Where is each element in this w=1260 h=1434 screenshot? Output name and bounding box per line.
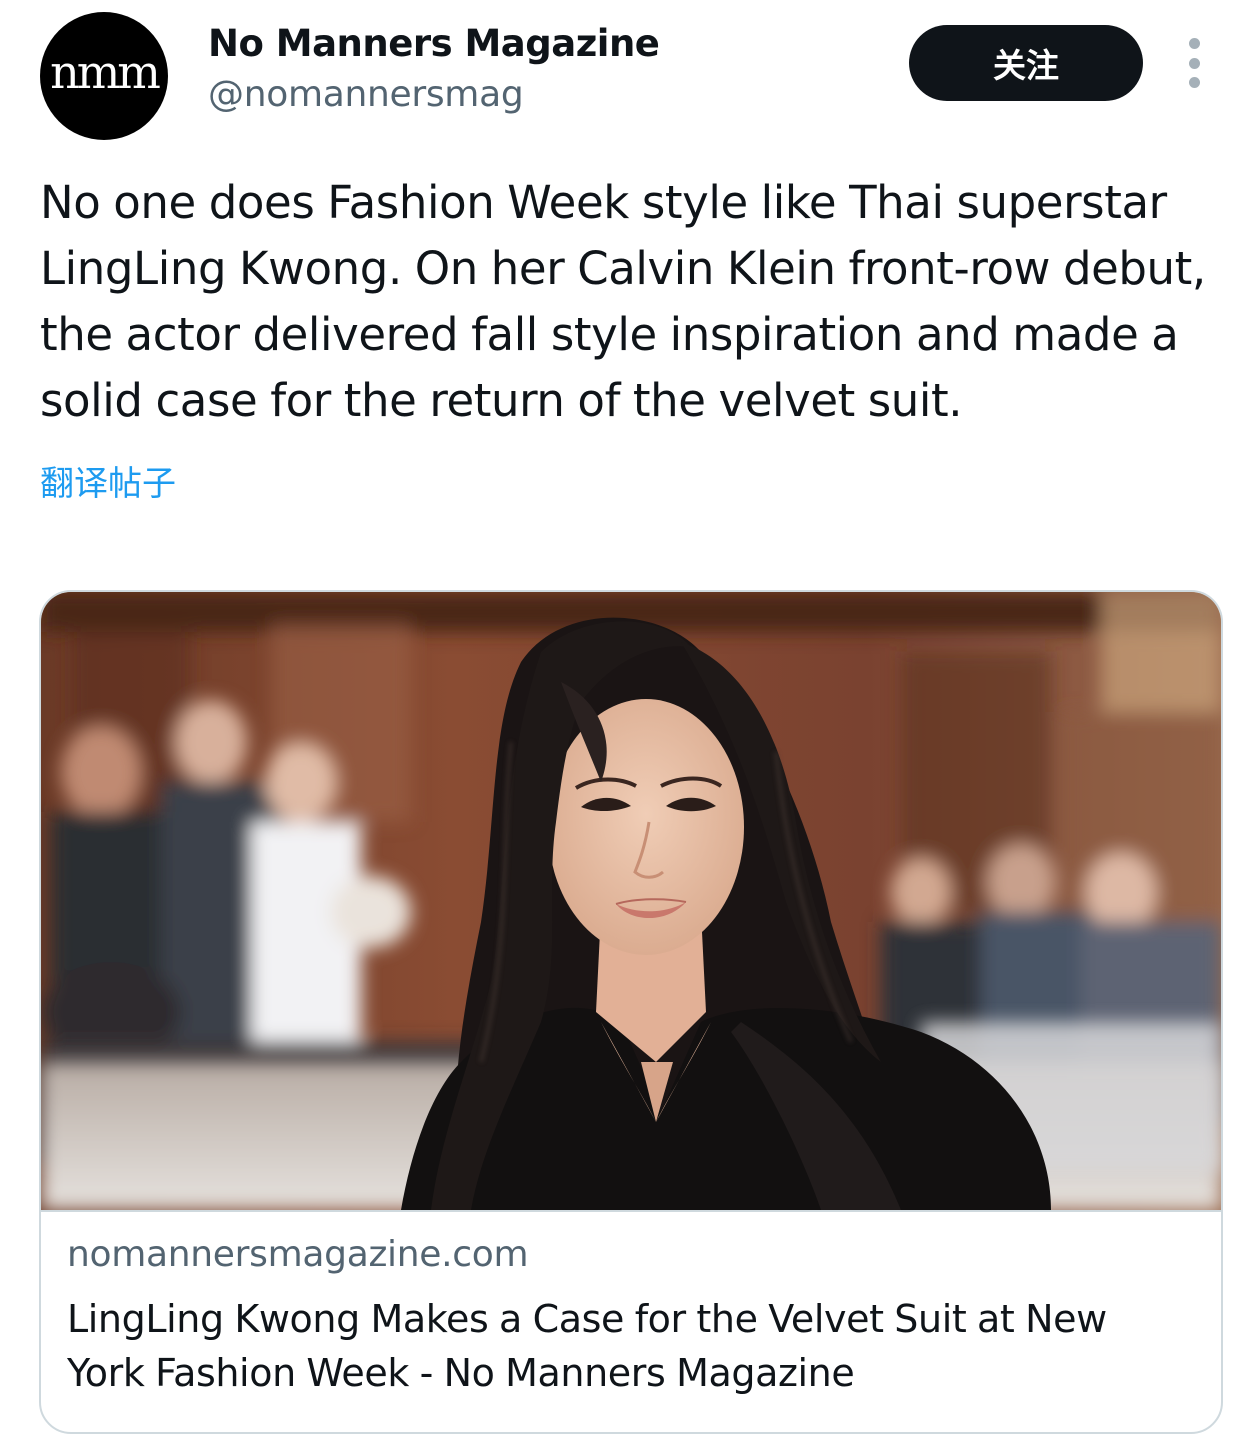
- link-preview-card[interactable]: nomannersmagazine.com LingLing Kwong Mak…: [39, 590, 1223, 1434]
- more-dot: [1188, 57, 1200, 69]
- more-dot: [1188, 77, 1200, 88]
- card-divider: [41, 1210, 1221, 1212]
- author-display-name[interactable]: No Manners Magazine: [208, 22, 660, 65]
- follow-button[interactable]: 关注: [909, 25, 1143, 101]
- author-avatar[interactable]: nmm: [40, 12, 168, 140]
- translate-post-link[interactable]: 翻译帖子: [40, 456, 176, 505]
- more-vertical-icon[interactable]: [1178, 38, 1210, 88]
- author-handle[interactable]: @nomannersmag: [208, 74, 524, 115]
- card-image: [41, 592, 1221, 1210]
- avatar-logo-text: nmm: [50, 45, 161, 99]
- post-text: No one does Fashion Week style like Thai…: [40, 176, 1206, 427]
- card-domain: nomannersmagazine.com: [67, 1234, 529, 1275]
- more-dot: [1188, 38, 1200, 49]
- card-title[interactable]: LingLing Kwong Makes a Case for the Velv…: [67, 1292, 1187, 1400]
